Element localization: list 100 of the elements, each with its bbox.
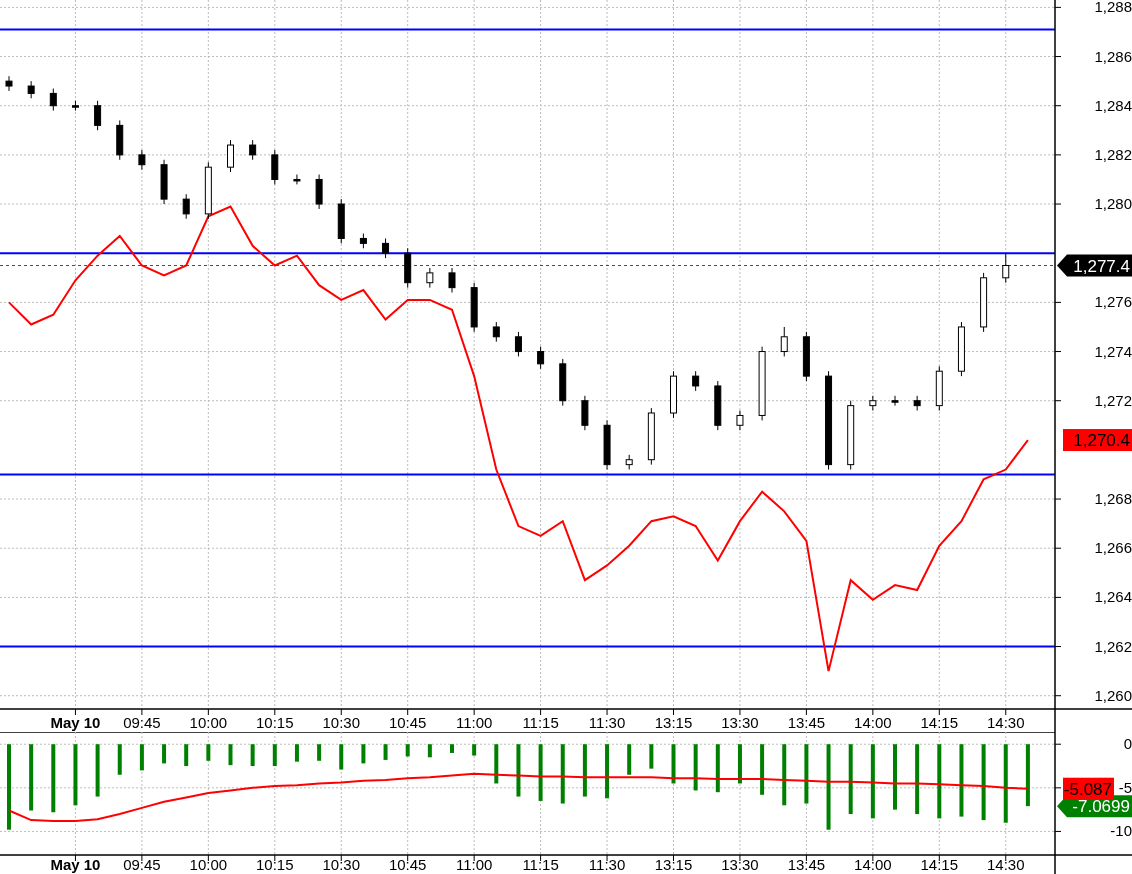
candlestick (514, 331, 522, 357)
histogram-bar (472, 744, 477, 756)
histogram-bar (649, 744, 654, 769)
histogram-bar (915, 744, 920, 814)
time-axis-label: 11:00 (455, 856, 493, 873)
time-axis-label: 09:45 (123, 714, 161, 731)
time-axis-label: 09:45 (123, 856, 161, 873)
histogram-bar (582, 744, 587, 797)
time-axis-label: 14:30 (987, 714, 1025, 731)
histogram-bar (450, 744, 454, 753)
candlestick (337, 198, 345, 244)
histogram-bar (782, 744, 787, 806)
time-axis-label: 10:00 (189, 714, 228, 731)
time-axis-label: 13:15 (654, 856, 693, 873)
candlestick (603, 419, 611, 471)
candlestick (315, 174, 323, 210)
histogram-bar (671, 744, 676, 784)
time-axis-label: May 10 (50, 714, 101, 731)
candlestick (49, 88, 57, 112)
time-axis-label: 10:45 (388, 714, 427, 731)
last-value-badge: 1,270.4 (1063, 429, 1132, 452)
price-axis-label: 1,264 (1094, 588, 1132, 606)
candlestick (957, 321, 965, 377)
candlestick (249, 139, 257, 161)
candlestick (293, 174, 301, 185)
histogram-bar (605, 744, 610, 799)
candlestick (869, 395, 877, 412)
price-axis-label: 1,280 (1094, 195, 1132, 213)
candlestick (271, 149, 279, 185)
time-axis-label: 10:15 (256, 856, 294, 873)
candlestick (27, 80, 35, 99)
histogram-bar (162, 744, 167, 764)
histogram-bar (73, 744, 78, 806)
price-axis-label: 1,272 (1094, 391, 1132, 409)
histogram-bar (361, 744, 366, 764)
time-axis-label: 14:30 (987, 856, 1025, 873)
price-axis-label: 1,260 (1094, 686, 1132, 704)
candlestick (382, 237, 390, 259)
candlestick (94, 100, 102, 131)
histogram-bar (848, 744, 853, 814)
histogram-bar (760, 744, 765, 795)
candlestick (581, 395, 589, 431)
candlestick (647, 407, 655, 466)
candlestick (980, 272, 988, 333)
time-axis-label: 14:15 (920, 714, 959, 731)
histogram-bar (184, 744, 189, 766)
candlestick (891, 395, 899, 407)
histogram-bar (139, 744, 144, 771)
histogram-bar (250, 744, 255, 766)
time-axis-label: 10:45 (388, 856, 427, 873)
histogram-bar (715, 744, 720, 793)
time-axis-label: 14:00 (854, 856, 892, 873)
time-axis-label: 13:15 (654, 714, 693, 731)
candlestick (404, 247, 412, 289)
histogram-bar (804, 744, 809, 804)
price-axis-label: 1,274 (1094, 342, 1132, 360)
price-axis-label: 1,276 (1094, 293, 1132, 311)
candlestick (802, 331, 810, 382)
last-value-badge: 1,277.4 (1057, 254, 1132, 277)
histogram-bar (95, 744, 100, 797)
candlestick (736, 410, 744, 431)
histogram-bar (693, 744, 698, 791)
histogram-bar (228, 744, 233, 766)
candlestick (5, 75, 13, 92)
time-axis-label: 10:00 (189, 856, 228, 873)
candlestick (913, 395, 921, 412)
price-axis-label: 1,268 (1094, 490, 1132, 508)
candlestick (537, 346, 545, 370)
time-axis-label: 11:00 (455, 714, 493, 731)
time-axis-label: 10:15 (256, 714, 294, 731)
candlestick (138, 149, 146, 171)
histogram-bar (737, 744, 742, 784)
indicator-axis-label: 0 (1123, 735, 1132, 753)
candlestick (714, 380, 722, 431)
candlestick (1002, 252, 1010, 284)
histogram-bar (516, 744, 521, 797)
time-axis-label: 10:30 (322, 856, 360, 873)
candlestick (670, 370, 677, 419)
histogram-bar (339, 744, 344, 770)
candlestick (625, 454, 633, 471)
histogram-bar (893, 744, 897, 810)
last-value-badge: -5.087 (1063, 777, 1114, 800)
time-axis-label: 11:15 (522, 714, 559, 731)
time-axis-label: 10:30 (322, 714, 360, 731)
histogram-bar (538, 744, 543, 801)
candlestick (492, 321, 500, 343)
time-axis-label: May 10 (50, 856, 101, 873)
candlestick (559, 358, 567, 407)
histogram-bar (117, 744, 122, 775)
histogram-bar (272, 744, 277, 766)
price-axis-label: 1,266 (1094, 539, 1132, 557)
price-axis-label: 1,282 (1094, 145, 1132, 163)
candlestick (204, 161, 212, 220)
candlestick (160, 159, 168, 205)
histogram-bar (560, 744, 565, 804)
histogram-bar (405, 744, 410, 757)
histogram-bar (627, 744, 632, 775)
candlestick (692, 370, 700, 392)
time-axis-label: 13:45 (787, 856, 826, 873)
histogram-bar (51, 744, 56, 813)
